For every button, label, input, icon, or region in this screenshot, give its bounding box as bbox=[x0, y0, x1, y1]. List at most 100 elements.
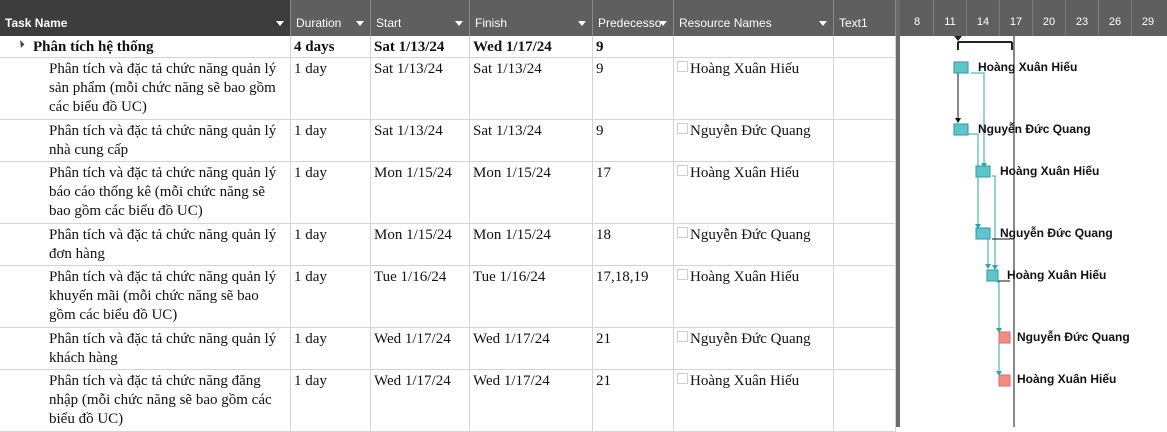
task-name-cell[interactable]: Phân tích và đặc tả chức năng quản lý bá… bbox=[0, 162, 291, 223]
predecessors-cell[interactable]: 21 bbox=[593, 328, 674, 369]
finish-cell[interactable]: Sat 1/13/24 bbox=[470, 58, 593, 119]
start-cell[interactable]: Mon 1/15/24 bbox=[371, 162, 470, 223]
finish-cell[interactable]: Sat 1/13/24 bbox=[470, 120, 593, 161]
predecessors-cell[interactable]: 9 bbox=[593, 120, 674, 161]
column-header-start[interactable]: Start bbox=[371, 0, 470, 36]
table-row[interactable]: Phân tích và đặc tả chức năng đăng nhập … bbox=[0, 370, 896, 432]
predecessors-cell[interactable]: 21 bbox=[593, 370, 674, 431]
task-bar-critical[interactable]: Hoàng Xuân Hiếu bbox=[998, 372, 1116, 387]
column-header-label: Finish bbox=[475, 16, 508, 30]
predecessors-cell[interactable]: 17,18,19 bbox=[593, 266, 674, 327]
start-cell[interactable]: Sat 1/13/24 bbox=[371, 120, 470, 161]
task-name-cell[interactable]: Phân tích và đặc tả chức năng quản lý đơ… bbox=[0, 224, 291, 265]
resource-cell[interactable]: Nguyễn Đức Quang bbox=[674, 224, 834, 265]
start-cell[interactable]: Sat 1/13/24 bbox=[371, 58, 470, 119]
chevron-down-icon[interactable] bbox=[455, 21, 463, 26]
table-row[interactable]: Phân tích và đặc tả chức năng quản lý sả… bbox=[0, 58, 896, 120]
resource-cell[interactable] bbox=[674, 36, 834, 57]
bar-resource-label: Hoàng Xuân Hiếu bbox=[978, 60, 1077, 74]
link-line bbox=[997, 281, 1000, 330]
text1-cell[interactable] bbox=[834, 328, 896, 369]
duration-cell[interactable]: 4 days bbox=[291, 36, 371, 57]
task-name-cell[interactable]: Phân tích và đặc tả chức năng quản lý nh… bbox=[0, 120, 291, 161]
finish-cell[interactable]: Wed 1/17/24 bbox=[470, 370, 593, 431]
predecessors-cell[interactable]: 18 bbox=[593, 224, 674, 265]
start-cell[interactable]: Sat 1/13/24 bbox=[371, 36, 470, 57]
gantt-chart[interactable]: 8 11 14 17 20 23 26 29 Hoàng Xuân Hiếu N… bbox=[900, 0, 1167, 427]
finish-cell[interactable]: Mon 1/15/24 bbox=[470, 162, 593, 223]
start-cell[interactable]: Wed 1/17/24 bbox=[371, 328, 470, 369]
duration-cell[interactable]: 1 day bbox=[291, 328, 371, 369]
chevron-down-icon[interactable] bbox=[659, 21, 667, 26]
chevron-down-icon[interactable] bbox=[356, 21, 364, 26]
gantt-bars-svg[interactable]: Hoàng Xuân Hiếu Nguyễn Đức Quang Hoàng X… bbox=[900, 0, 1167, 427]
predecessors-cell[interactable]: 9 bbox=[593, 36, 674, 57]
resource-cell[interactable]: Hoàng Xuân Hiếu bbox=[674, 370, 834, 431]
bar-resource-label: Nguyễn Đức Quang bbox=[978, 121, 1091, 136]
task-bar-critical[interactable]: Nguyễn Đức Quang bbox=[998, 329, 1130, 344]
table-row[interactable]: Phân tích và đặc tả chức năng quản lý kh… bbox=[0, 328, 896, 370]
text1-cell[interactable] bbox=[834, 120, 896, 161]
task-name-text: Phân tích và đặc tả chức năng quản lý nh… bbox=[49, 123, 277, 158]
duration-cell[interactable]: 1 day bbox=[291, 266, 371, 327]
predecessors-cell[interactable]: 9 bbox=[593, 58, 674, 119]
finish-cell[interactable]: Mon 1/15/24 bbox=[470, 224, 593, 265]
task-name-text: Phân tích và đặc tả chức năng quản lý kh… bbox=[49, 331, 277, 366]
task-name-text: Phân tích hệ thống bbox=[33, 39, 154, 55]
column-header-task-name[interactable]: Task Name bbox=[0, 0, 291, 36]
text1-cell[interactable] bbox=[834, 224, 896, 265]
task-name-text: Phân tích và đặc tả chức năng đăng nhập … bbox=[49, 373, 272, 427]
duration-cell[interactable]: 1 day bbox=[291, 162, 371, 223]
column-header-resource-names[interactable]: Resource Names bbox=[674, 0, 834, 36]
duration-cell[interactable]: 1 day bbox=[291, 224, 371, 265]
text1-cell[interactable] bbox=[834, 266, 896, 327]
dropdown-box-icon bbox=[677, 165, 688, 176]
start-cell[interactable]: Tue 1/16/24 bbox=[371, 266, 470, 327]
column-header-text1[interactable]: Text1 bbox=[834, 0, 896, 36]
resource-cell[interactable]: Hoàng Xuân Hiếu bbox=[674, 266, 834, 327]
start-cell[interactable]: Wed 1/17/24 bbox=[371, 370, 470, 431]
chevron-down-icon[interactable] bbox=[819, 21, 827, 26]
chevron-down-icon[interactable] bbox=[578, 21, 586, 26]
column-header-label: Text1 bbox=[839, 16, 868, 30]
text1-cell[interactable] bbox=[834, 370, 896, 431]
predecessors-cell[interactable]: 17 bbox=[593, 162, 674, 223]
text1-cell[interactable] bbox=[834, 58, 896, 119]
task-bar[interactable]: Hoàng Xuân Hiếu bbox=[986, 268, 1106, 282]
text1-cell[interactable] bbox=[834, 36, 896, 57]
column-header-duration[interactable]: Duration bbox=[291, 0, 371, 36]
table-row[interactable]: Phân tích và đặc tả chức năng quản lý đơ… bbox=[0, 224, 896, 266]
duration-cell[interactable]: 1 day bbox=[291, 370, 371, 431]
table-row[interactable]: Phân tích và đặc tả chức năng quản lý nh… bbox=[0, 120, 896, 162]
dropdown-box-icon bbox=[677, 123, 688, 134]
column-header-finish[interactable]: Finish bbox=[470, 0, 593, 36]
resource-cell[interactable]: Hoàng Xuân Hiếu bbox=[674, 58, 834, 119]
resource-text: Hoàng Xuân Hiếu bbox=[690, 61, 800, 77]
resource-cell[interactable]: Hoàng Xuân Hiếu bbox=[674, 162, 834, 223]
start-cell[interactable]: Mon 1/15/24 bbox=[371, 224, 470, 265]
task-name-cell[interactable]: Phân tích và đặc tả chức năng đăng nhập … bbox=[0, 370, 291, 431]
task-name-cell[interactable]: Phân tích và đặc tả chức năng quản lý kh… bbox=[0, 328, 291, 369]
summary-bar[interactable] bbox=[954, 36, 1013, 50]
duration-cell[interactable]: 1 day bbox=[291, 58, 371, 119]
chevron-down-icon[interactable] bbox=[276, 21, 284, 26]
finish-cell[interactable]: Wed 1/17/24 bbox=[470, 36, 593, 57]
resource-text: Nguyễn Đức Quang bbox=[690, 227, 811, 243]
resource-text: Hoàng Xuân Hiếu bbox=[690, 165, 800, 181]
task-name-cell[interactable]: Phân tích hệ thống bbox=[0, 36, 291, 57]
finish-cell[interactable]: Tue 1/16/24 bbox=[470, 266, 593, 327]
table-row[interactable]: Phân tích và đặc tả chức năng quản lý kh… bbox=[0, 266, 896, 328]
task-name-cell[interactable]: Phân tích và đặc tả chức năng quản lý kh… bbox=[0, 266, 291, 327]
table-row-summary[interactable]: Phân tích hệ thống 4 days Sat 1/13/24 We… bbox=[0, 36, 896, 58]
column-header-predecessors[interactable]: Predecesso bbox=[593, 0, 674, 36]
table-row[interactable]: Phân tích và đặc tả chức năng quản lý bá… bbox=[0, 162, 896, 224]
duration-cell[interactable]: 1 day bbox=[291, 120, 371, 161]
resource-text: Nguyễn Đức Quang bbox=[690, 331, 811, 347]
task-bar[interactable]: Hoàng Xuân Hiếu bbox=[953, 60, 1077, 74]
resource-cell[interactable]: Nguyễn Đức Quang bbox=[674, 120, 834, 161]
task-bar[interactable]: Nguyễn Đức Quang bbox=[975, 225, 1113, 240]
text1-cell[interactable] bbox=[834, 162, 896, 223]
task-name-cell[interactable]: Phân tích và đặc tả chức năng quản lý sả… bbox=[0, 58, 291, 119]
resource-cell[interactable]: Nguyễn Đức Quang bbox=[674, 328, 834, 369]
finish-cell[interactable]: Wed 1/17/24 bbox=[470, 328, 593, 369]
